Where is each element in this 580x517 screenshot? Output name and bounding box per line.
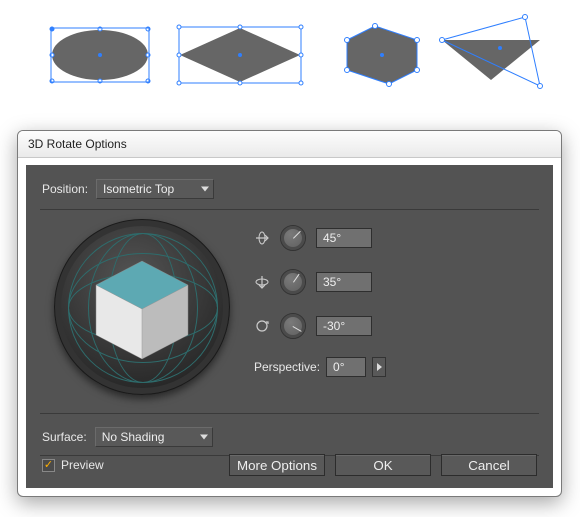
z-axis-input[interactable]: -30° — [316, 316, 372, 336]
ok-button[interactable]: OK — [335, 454, 431, 476]
dialog-3d-rotate-options: 3D Rotate Options Position: Isometric To… — [17, 130, 562, 497]
shape-triangle[interactable] — [440, 15, 543, 89]
y-axis-knob[interactable] — [280, 269, 306, 295]
y-axis-input[interactable]: 35° — [316, 272, 372, 292]
preview-checkbox[interactable]: Preview — [42, 458, 104, 472]
x-axis-icon — [254, 230, 270, 246]
z-axis-knob[interactable] — [280, 313, 306, 339]
chevron-down-icon — [200, 435, 208, 440]
position-dropdown[interactable]: Isometric Top — [96, 179, 214, 199]
surface-dropdown[interactable]: No Shading — [95, 427, 213, 447]
z-axis-row: -30° — [254, 313, 386, 339]
x-axis-knob[interactable] — [280, 225, 306, 251]
x-axis-row: 45° — [254, 225, 386, 251]
z-axis-icon — [254, 318, 270, 334]
shape-ellipse[interactable] — [50, 27, 150, 83]
shape-hexagon[interactable] — [345, 24, 420, 87]
rotation-controls: 45° 35° -30° Perspective: 0° — [254, 225, 386, 395]
footer-row: Preview More Options OK Cancel — [42, 454, 537, 476]
y-axis-icon — [254, 274, 270, 290]
rotation-preview[interactable] — [54, 219, 230, 395]
dialog-title: 3D Rotate Options — [28, 137, 127, 151]
divider — [40, 413, 539, 414]
shape-rhombus[interactable] — [177, 25, 303, 85]
y-axis-row: 35° — [254, 269, 386, 295]
dialog-panel: Position: Isometric Top — [26, 165, 553, 488]
canvas-area — [0, 0, 580, 120]
perspective-label: Perspective: — [254, 360, 320, 374]
position-label: Position: — [42, 182, 88, 196]
surface-row: Surface: No Shading — [42, 427, 213, 447]
cancel-button[interactable]: Cancel — [441, 454, 537, 476]
dialog-titlebar[interactable]: 3D Rotate Options — [18, 131, 561, 158]
chevron-down-icon — [201, 187, 209, 192]
checkbox-icon — [42, 459, 55, 472]
x-axis-input[interactable]: 45° — [316, 228, 372, 248]
position-row: Position: Isometric Top — [26, 165, 553, 209]
canvas-shapes — [0, 0, 580, 130]
more-options-button[interactable]: More Options — [229, 454, 325, 476]
surface-value: No Shading — [102, 430, 165, 444]
surface-label: Surface: — [42, 430, 87, 444]
divider — [40, 209, 539, 210]
perspective-step-button[interactable] — [372, 357, 386, 377]
perspective-row: Perspective: 0° — [254, 357, 386, 377]
position-value: Isometric Top — [103, 182, 174, 196]
perspective-input[interactable]: 0° — [326, 357, 366, 377]
preview-label: Preview — [61, 458, 104, 472]
cube-icon — [82, 247, 202, 367]
